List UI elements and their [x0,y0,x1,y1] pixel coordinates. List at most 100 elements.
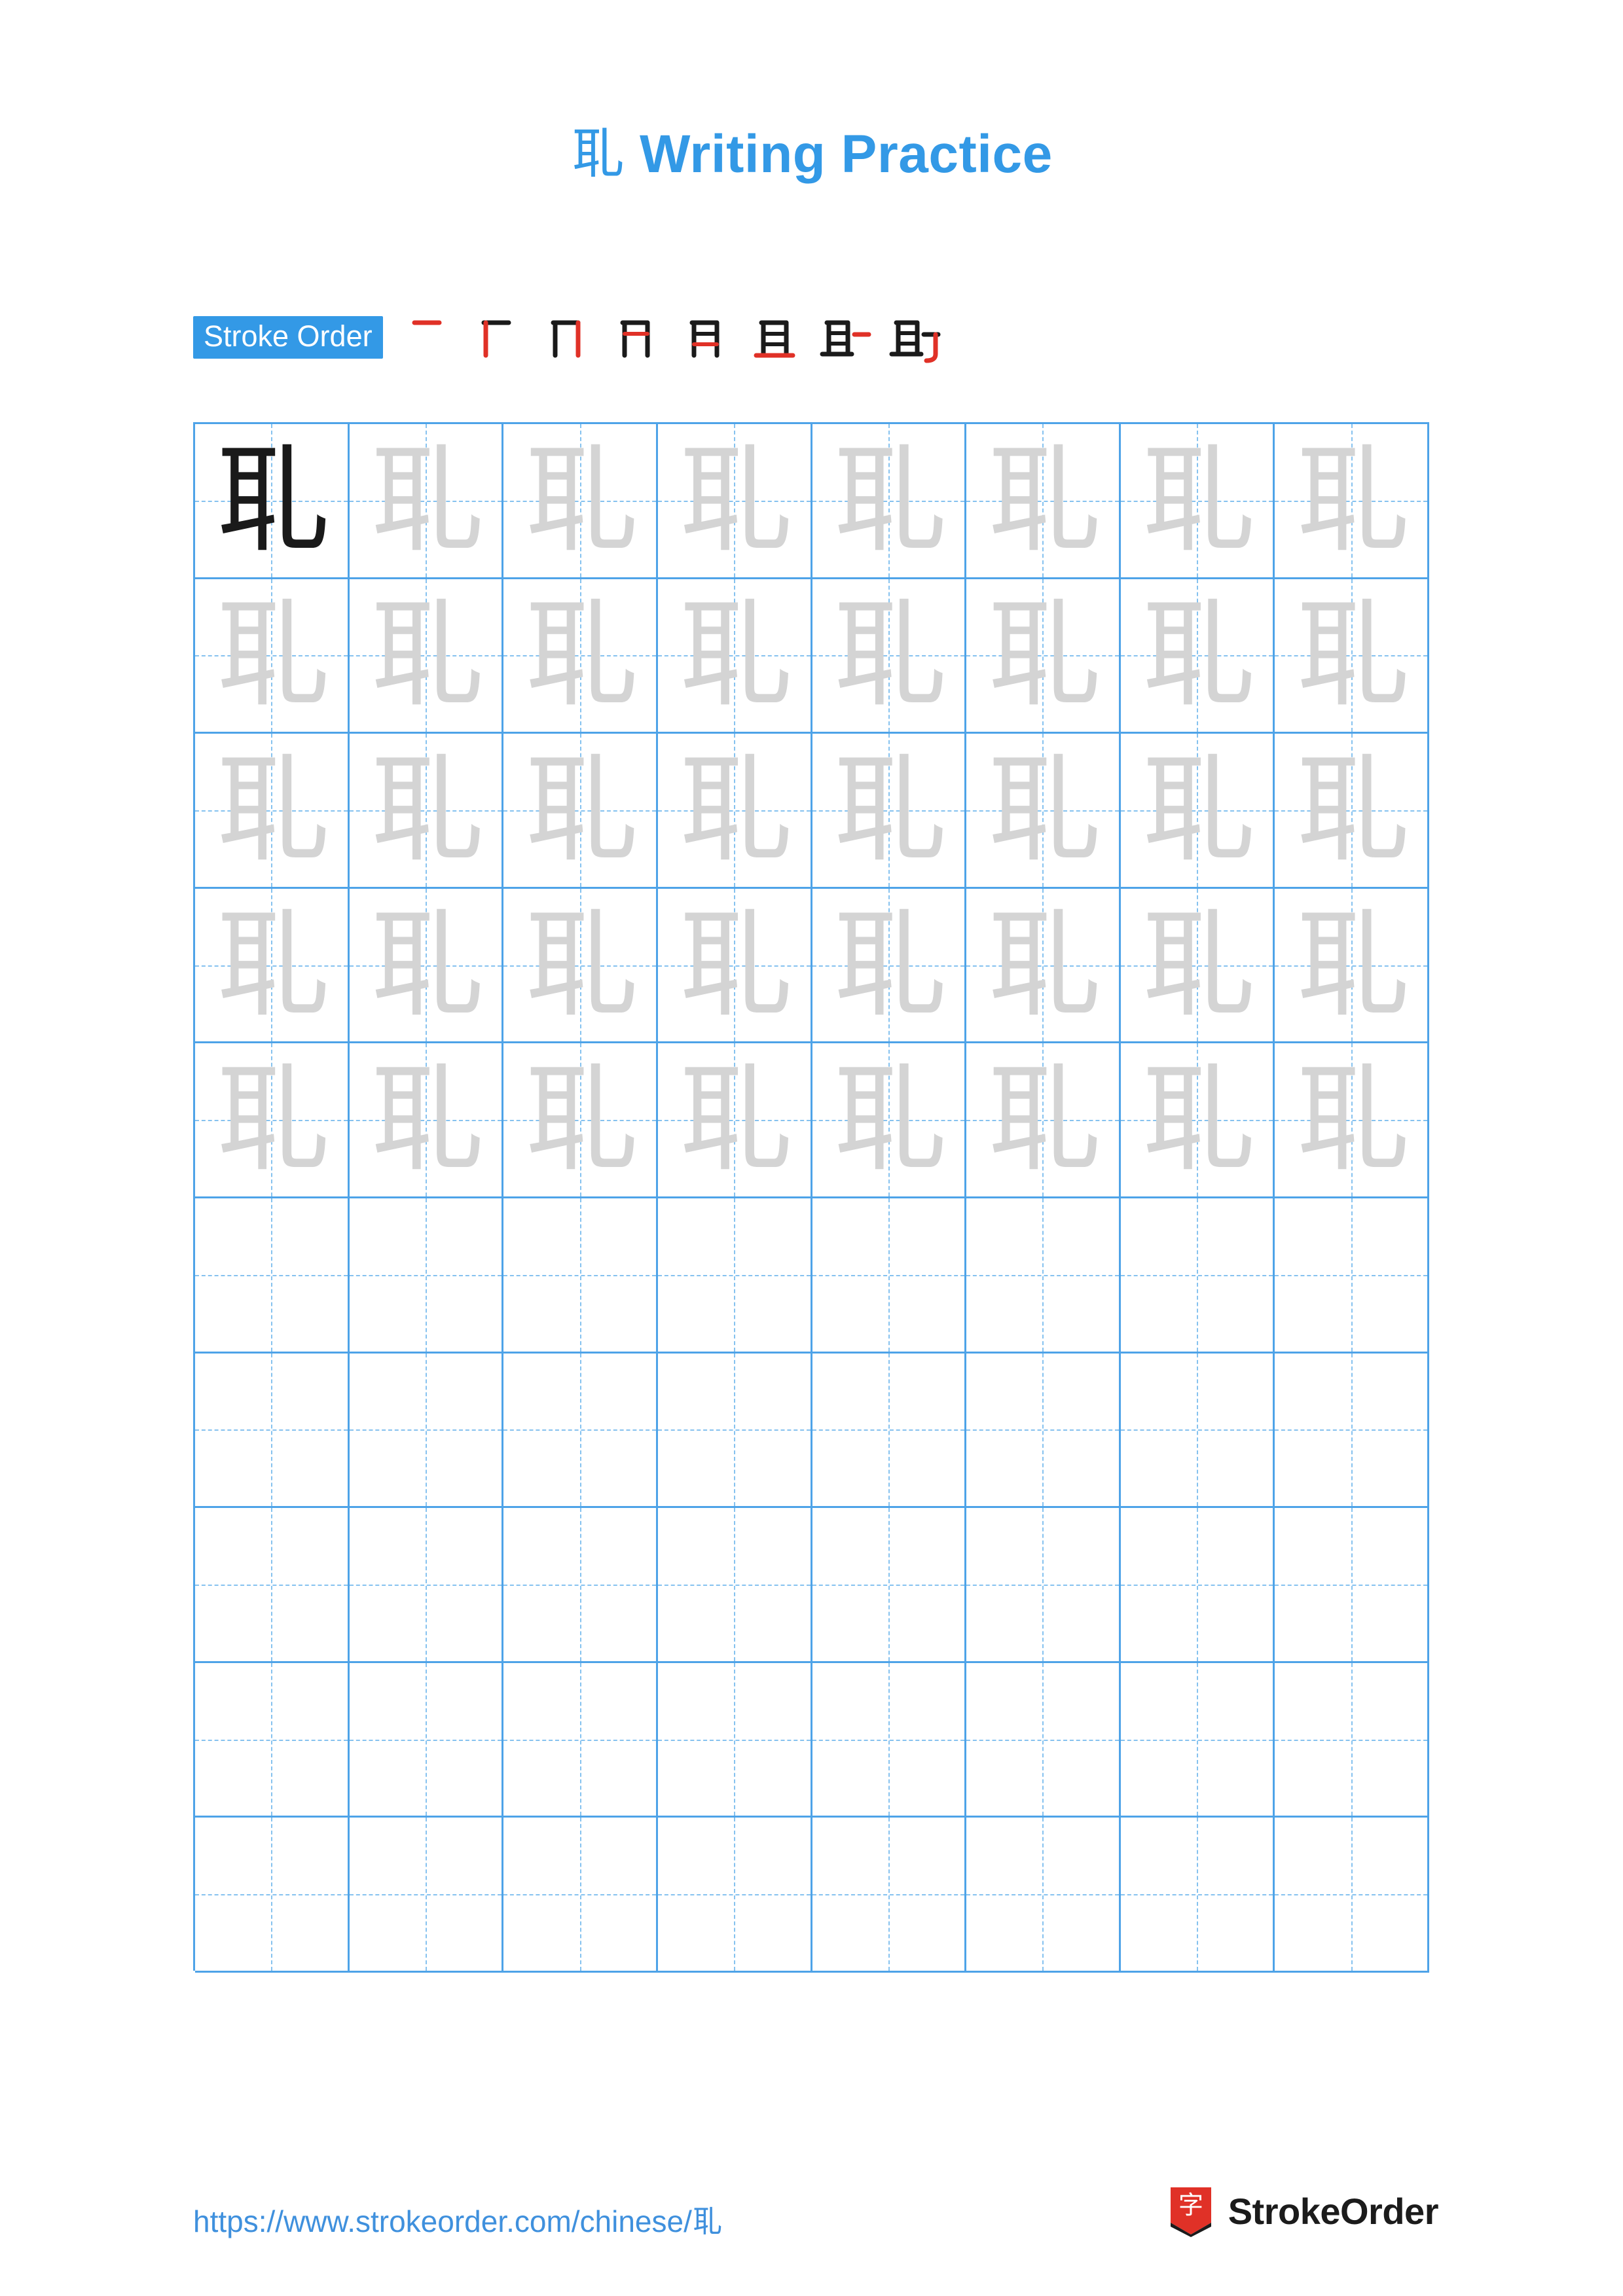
practice-cell[interactable]: 耴 [812,1043,967,1198]
practice-cell[interactable] [657,1198,812,1354]
practice-cell[interactable] [966,1198,1121,1354]
practice-cell[interactable]: 耴 [195,734,350,889]
practice-cell[interactable] [195,1353,350,1509]
practice-cell[interactable] [657,1508,812,1663]
practice-cell[interactable]: 耴 [349,424,504,579]
practice-cell[interactable]: 耴 [1275,1043,1429,1198]
practice-cell[interactable]: 耴 [966,734,1121,889]
practice-cell[interactable] [812,1198,967,1354]
practice-cell[interactable]: 耴 [812,424,967,579]
blank-cell [1121,1663,1273,1816]
practice-cell[interactable]: 耴 [503,734,658,889]
svg-text:字: 字 [1178,2191,1203,2219]
stroke-order-section: Stroke Order [193,308,950,367]
practice-cell[interactable] [1275,1353,1429,1509]
practice-cell[interactable] [1275,1818,1429,1973]
practice-cell[interactable] [812,1818,967,1973]
practice-cell[interactable] [1120,1353,1275,1509]
practice-cell[interactable]: 耴 [812,888,967,1044]
practice-cell[interactable] [1275,1198,1429,1354]
footer-url[interactable]: https://www.strokeorder.com/chinese/耴 [193,2198,722,2241]
practice-cell[interactable]: 耴 [657,734,812,889]
stroke-step-6 [742,304,811,370]
practice-cell[interactable]: 耴 [1275,734,1429,889]
practice-cell[interactable]: 耴 [1275,579,1429,734]
practice-cell[interactable]: 耴 [1120,888,1275,1044]
practice-cell[interactable] [503,1508,658,1663]
practice-cell[interactable] [1120,1818,1275,1973]
practice-cell[interactable]: 耴 [657,579,812,734]
practice-cell[interactable] [966,1353,1121,1509]
practice-cell[interactable]: 耴 [812,734,967,889]
practice-cell[interactable]: 耴 [503,424,658,579]
practice-cell[interactable]: 耴 [966,1043,1121,1198]
trace-character: 耴 [1139,742,1256,878]
blank-cell [658,1198,811,1352]
trace-character: 耴 [521,1052,638,1188]
practice-cell[interactable] [349,1198,504,1354]
practice-cell[interactable]: 耴 [966,579,1121,734]
practice-cell[interactable] [1120,1662,1275,1818]
practice-cell[interactable] [966,1818,1121,1973]
trace-character: 耴 [830,432,947,568]
practice-cell[interactable] [812,1662,967,1818]
practice-cell[interactable]: 耴 [812,579,967,734]
trace-character: 耴 [830,742,947,878]
practice-cell[interactable] [1275,1508,1429,1663]
practice-cell[interactable] [195,1198,350,1354]
practice-cell[interactable]: 耴 [195,424,350,579]
practice-cell[interactable]: 耴 [503,579,658,734]
practice-cell[interactable]: 耴 [503,1043,658,1198]
practice-cell[interactable]: 耴 [1275,424,1429,579]
stroke-step-4 [603,304,672,370]
practice-cell[interactable]: 耴 [195,1043,350,1198]
practice-cell[interactable]: 耴 [349,1043,504,1198]
practice-cell[interactable] [657,1818,812,1973]
practice-cell[interactable] [349,1353,504,1509]
trace-character: 耴 [367,1052,484,1188]
practice-cell[interactable]: 耴 [1120,734,1275,889]
practice-cell[interactable]: 耴 [966,888,1121,1044]
practice-cell[interactable] [503,1198,658,1354]
practice-cell[interactable]: 耴 [1120,424,1275,579]
trace-character: 耴 [367,587,484,723]
practice-cell[interactable] [1120,1508,1275,1663]
practice-cell[interactable]: 耴 [1275,888,1429,1044]
practice-cell[interactable]: 耴 [349,734,504,889]
practice-cell[interactable] [812,1353,967,1509]
practice-cell[interactable] [812,1508,967,1663]
practice-cell[interactable]: 耴 [195,579,350,734]
practice-cell[interactable] [503,1353,658,1509]
practice-cell[interactable] [966,1662,1121,1818]
practice-cell[interactable] [657,1353,812,1509]
practice-cell[interactable] [349,1818,504,1973]
practice-cell[interactable]: 耴 [966,424,1121,579]
blank-cell [658,1663,811,1816]
practice-cell[interactable] [195,1508,350,1663]
trace-character: 耴 [1139,897,1256,1033]
blank-cell [503,1663,656,1816]
practice-grid-row [195,1198,1429,1354]
practice-cell[interactable]: 耴 [657,424,812,579]
practice-cell[interactable]: 耴 [657,888,812,1044]
practice-cell[interactable] [195,1818,350,1973]
practice-cell[interactable] [1120,1198,1275,1354]
practice-cell[interactable] [657,1662,812,1818]
practice-cell[interactable] [349,1662,504,1818]
practice-cell[interactable] [966,1508,1121,1663]
practice-cell[interactable]: 耴 [349,579,504,734]
practice-grid-row [195,1662,1429,1818]
practice-cell[interactable] [503,1818,658,1973]
practice-cell[interactable] [195,1662,350,1818]
practice-cell[interactable] [1275,1662,1429,1818]
practice-cell[interactable] [349,1508,504,1663]
practice-cell[interactable] [503,1662,658,1818]
strokeorder-logo-icon: 字 [1167,2185,1215,2237]
trace-character: 耴 [1139,1052,1256,1188]
practice-cell[interactable]: 耴 [195,888,350,1044]
practice-cell[interactable]: 耴 [1120,579,1275,734]
practice-cell[interactable]: 耴 [657,1043,812,1198]
practice-cell[interactable]: 耴 [1120,1043,1275,1198]
practice-cell[interactable]: 耴 [349,888,504,1044]
practice-cell[interactable]: 耴 [503,888,658,1044]
